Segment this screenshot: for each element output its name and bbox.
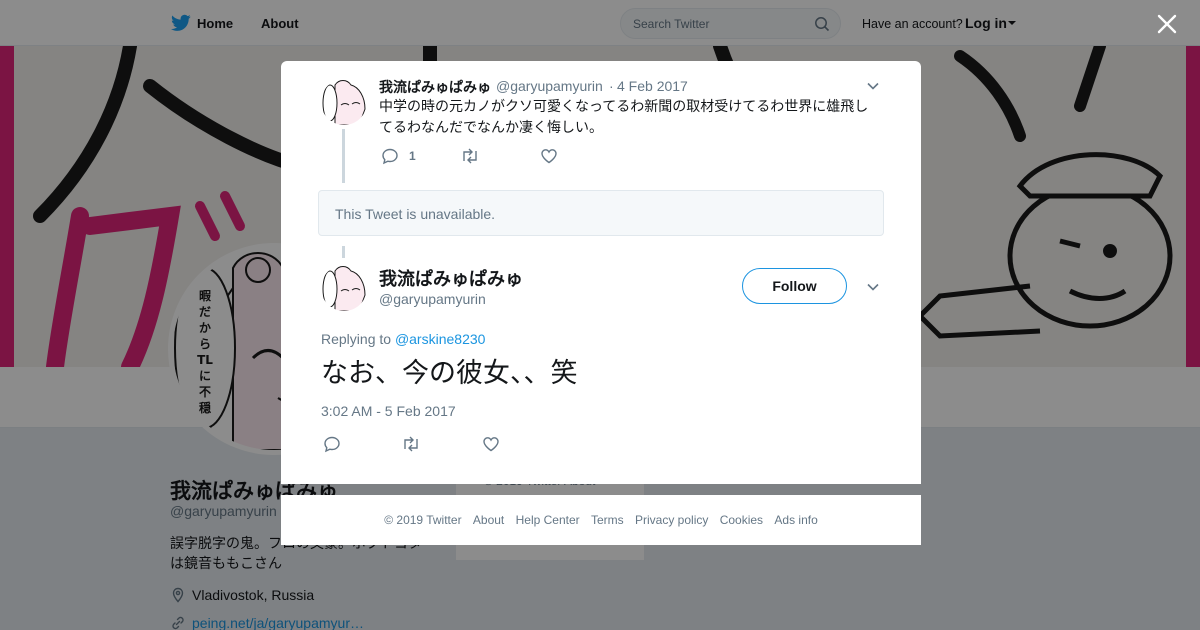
tweet-date[interactable]: 4 Feb 2017 [617,78,688,94]
replying-to-handle-link[interactable]: @arskine8230 [395,331,486,347]
unavailable-tweet-notice: This Tweet is unavailable. [318,190,884,236]
avatar-illustration [321,265,367,311]
footer-copyright: © 2019 Twitter [384,513,462,527]
close-icon[interactable] [1155,12,1179,36]
thread-connector [342,129,345,183]
reply-icon[interactable] [323,435,341,453]
tweet-timestamp[interactable]: 3:02 AM - 5 Feb 2017 [321,403,456,419]
tweet-author-handle[interactable]: @garyupamyurin [496,78,603,94]
footer-link-ads-info[interactable]: Ads info [774,513,817,527]
tweet-text: なお、今の彼女、、笑 [321,358,578,388]
modal-footer: © 2019 Twitter About Help Center Terms P… [281,495,921,545]
replying-to-context: Replying to @arskine8230 [321,331,485,347]
footer-link-about[interactable]: About [473,513,504,527]
tweet-author-handle[interactable]: @garyupamyurin [379,291,486,307]
thread-connector [342,246,345,258]
chevron-down-icon[interactable] [866,79,880,93]
tweet-author-name[interactable]: 我流ぱみゅぱみゅ [379,265,523,291]
chevron-down-icon[interactable] [866,280,880,294]
unavailable-text: This Tweet is unavailable. [335,206,496,222]
avatar[interactable] [321,265,367,311]
reply-icon[interactable] [381,147,399,165]
heart-icon[interactable] [482,435,500,453]
reply-count: 1 [409,149,416,163]
replying-prefix: Replying to [321,331,392,347]
avatar-illustration [321,79,367,125]
footer-link-cookies[interactable]: Cookies [720,513,763,527]
follow-button[interactable]: Follow [742,268,847,304]
tweet-permalink-modal: 我流ぱみゅぱみゅ @garyupamyurin · 4 Feb 2017 中学の… [281,61,921,484]
avatar[interactable] [321,79,367,125]
retweet-icon[interactable] [460,147,480,165]
footer-links: © 2019 Twitter About Help Center Terms P… [281,513,921,527]
retweet-icon[interactable] [401,435,421,453]
tweet-text: 中学の時の元カノがクソ可愛くなってるわ新聞の取材受けてるわ世界に雄飛してるわなん… [379,98,869,135]
footer-link-terms[interactable]: Terms [591,513,624,527]
separator-dot: · [609,78,614,94]
footer-link-privacy[interactable]: Privacy policy [635,513,708,527]
footer-link-help-center[interactable]: Help Center [516,513,580,527]
tweet-author-name[interactable]: 我流ぱみゅぱみゅ [379,77,491,97]
heart-icon[interactable] [540,147,558,165]
